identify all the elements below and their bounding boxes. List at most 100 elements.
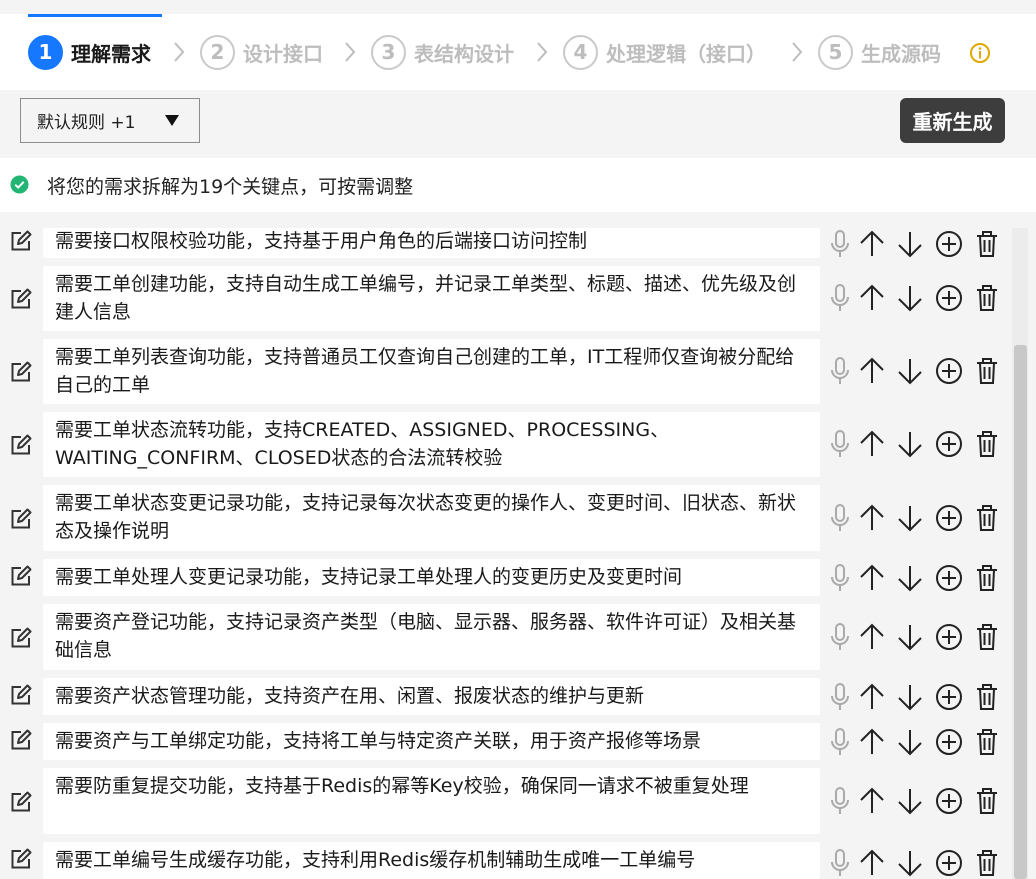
step-processing-logic[interactable]: 4 处理逻辑（接口） [563,14,766,90]
trash-icon[interactable] [974,621,1000,653]
trash-icon[interactable] [974,428,1000,460]
row-actions [828,282,1004,314]
requirement-text[interactable]: 需要资产登记功能，支持记录资产类型（电脑、显示器、服务器、软件许可证）及相关基础… [43,604,820,670]
requirement-text[interactable]: 需要接口权限校验功能，支持基于用户角色的后端接口访问控制 [43,228,820,258]
step-number: 1 [28,34,63,70]
requirement-text[interactable]: 需要防重复提交功能，支持基于Redis的幂等Key校验，确保同一请求不被重复处理 [43,768,820,834]
trash-icon[interactable] [974,355,1000,387]
add-circle-icon[interactable] [934,847,964,879]
microphone-icon[interactable] [828,621,852,653]
add-circle-icon[interactable] [934,785,964,817]
info-icon[interactable] [968,41,992,65]
microphone-icon[interactable] [828,562,852,594]
add-circle-icon[interactable] [934,681,964,713]
trash-icon[interactable] [974,847,1000,879]
trash-icon[interactable] [974,282,1000,314]
rules-select[interactable]: 默认规则 +1 [20,98,200,143]
requirement-text[interactable]: 需要资产状态管理功能，支持资产在用、闲置、报废状态的维护与更新 [43,678,820,715]
edit-icon[interactable] [8,228,34,254]
arrow-down-icon[interactable] [896,428,924,460]
list-item: 需要工单列表查询功能，支持普通员工仅查询自己创建的工单，IT工程师仅查询被分配给… [0,339,1010,404]
scrollbar-thumb[interactable] [1014,345,1027,879]
trash-icon[interactable] [974,726,1000,758]
requirement-text[interactable]: 需要工单列表查询功能，支持普通员工仅查询自己创建的工单，IT工程师仅查询被分配给… [43,339,820,404]
decomposition-notice: 将您的需求拆解为19个关键点，可按需调整 [0,158,1036,212]
add-circle-icon[interactable] [934,562,964,594]
step-number: 3 [371,34,406,70]
arrow-down-icon[interactable] [896,355,924,387]
arrow-down-icon[interactable] [896,228,924,260]
edit-icon[interactable] [8,789,34,815]
arrow-down-icon[interactable] [896,847,924,879]
arrow-up-icon[interactable] [858,847,886,879]
caret-down-icon [165,115,179,126]
steps-bar: 1 理解需求 2 设计接口 3 表结构设计 4 处理逻辑（接口） 5 生成源码 [0,14,1036,90]
microphone-icon[interactable] [828,785,852,817]
microphone-icon[interactable] [828,282,852,314]
edit-icon[interactable] [8,682,34,708]
step-label: 处理逻辑（接口） [606,41,766,66]
microphone-icon[interactable] [828,681,852,713]
microphone-icon[interactable] [828,428,852,460]
add-circle-icon[interactable] [934,726,964,758]
requirement-text[interactable]: 需要工单编号生成缓存功能，支持利用Redis缓存机制辅助生成唯一工单编号 [43,842,820,879]
step-design-api[interactable]: 2 设计接口 [200,14,323,90]
chevron-right-icon [172,14,186,90]
arrow-up-icon[interactable] [858,355,886,387]
microphone-icon[interactable] [828,847,852,879]
edit-icon[interactable] [8,359,34,385]
arrow-down-icon[interactable] [896,562,924,594]
step-understand-requirements[interactable]: 1 理解需求 [28,14,151,90]
requirement-text[interactable]: 需要工单状态变更记录功能，支持记录每次状态变更的操作人、变更时间、旧状态、新状态… [43,485,820,551]
arrow-up-icon[interactable] [858,562,886,594]
arrow-up-icon[interactable] [858,282,886,314]
add-circle-icon[interactable] [934,282,964,314]
trash-icon[interactable] [974,502,1000,534]
arrow-down-icon[interactable] [896,621,924,653]
row-actions [828,785,1004,817]
arrow-up-icon[interactable] [858,785,886,817]
add-circle-icon[interactable] [934,621,964,653]
microphone-icon[interactable] [828,726,852,758]
trash-icon[interactable] [974,228,1000,260]
edit-icon[interactable] [8,286,34,312]
step-table-design[interactable]: 3 表结构设计 [371,14,514,90]
microphone-icon[interactable] [828,228,852,260]
regenerate-button[interactable]: 重新生成 [900,98,1005,143]
arrow-down-icon[interactable] [896,282,924,314]
requirement-text[interactable]: 需要工单处理人变更记录功能，支持记录工单处理人的变更历史及变更时间 [43,559,820,596]
row-actions [828,726,1004,758]
add-circle-icon[interactable] [934,428,964,460]
list-item: 需要工单状态变更记录功能，支持记录每次状态变更的操作人、变更时间、旧状态、新状态… [0,485,1010,551]
trash-icon[interactable] [974,562,1000,594]
add-circle-icon[interactable] [934,228,964,260]
rules-select-value: 默认规则 +1 [37,113,136,133]
arrow-down-icon[interactable] [896,681,924,713]
arrow-down-icon[interactable] [896,785,924,817]
add-circle-icon[interactable] [934,355,964,387]
step-generate-source[interactable]: 5 生成源码 [818,14,941,90]
edit-icon[interactable] [8,727,34,753]
microphone-icon[interactable] [828,355,852,387]
requirement-text[interactable]: 需要工单状态流转功能，支持CREATED、ASSIGNED、PROCESSING… [43,412,820,477]
arrow-up-icon[interactable] [858,228,886,260]
trash-icon[interactable] [974,681,1000,713]
arrow-down-icon[interactable] [896,502,924,534]
arrow-up-icon[interactable] [858,428,886,460]
requirement-text[interactable]: 需要资产与工单绑定功能，支持将工单与特定资产关联，用于资产报修等场景 [43,723,820,760]
edit-icon[interactable] [8,432,34,458]
edit-icon[interactable] [8,625,34,651]
microphone-icon[interactable] [828,502,852,534]
arrow-up-icon[interactable] [858,502,886,534]
arrow-up-icon[interactable] [858,726,886,758]
arrow-down-icon[interactable] [896,726,924,758]
arrow-up-icon[interactable] [858,621,886,653]
arrow-up-icon[interactable] [858,681,886,713]
add-circle-icon[interactable] [934,502,964,534]
trash-icon[interactable] [974,785,1000,817]
edit-icon[interactable] [8,506,34,532]
edit-icon[interactable] [8,563,34,589]
requirement-text[interactable]: 需要工单创建功能，支持自动生成工单编号，并记录工单类型、标题、描述、优先级及创建… [43,266,820,331]
edit-icon[interactable] [8,846,34,872]
row-actions [828,502,1004,534]
